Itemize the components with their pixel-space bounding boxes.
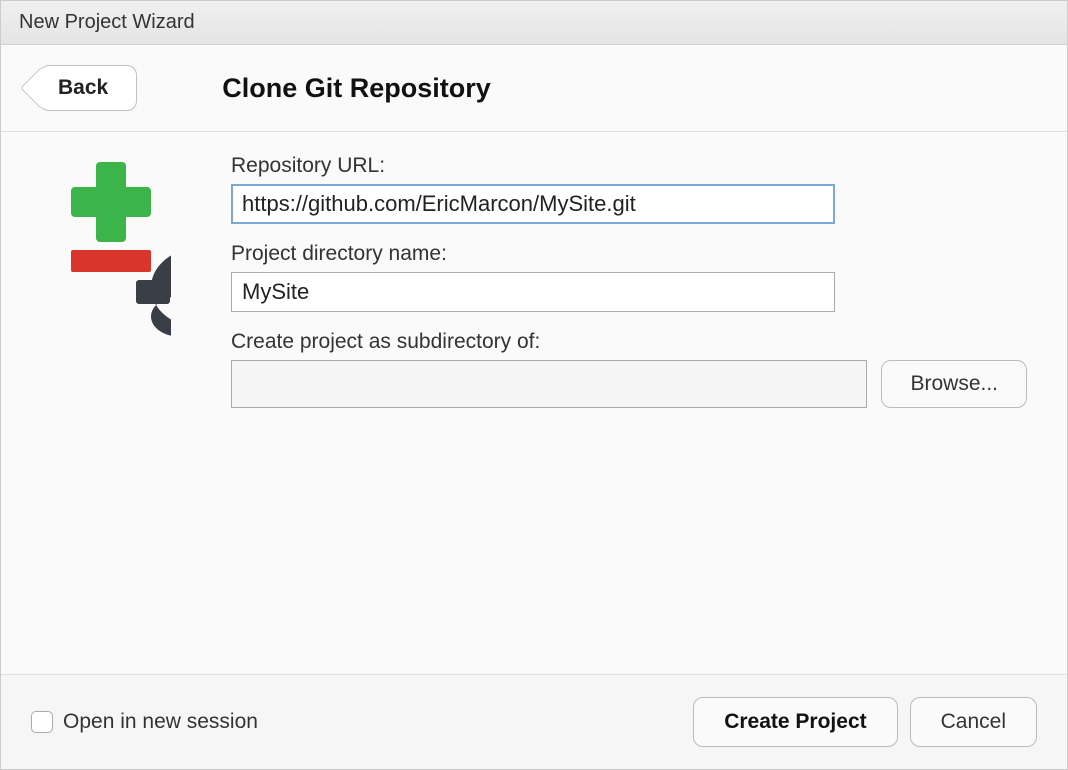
back-button-label: Back bbox=[58, 76, 108, 99]
window-titlebar: New Project Wizard bbox=[1, 1, 1067, 45]
icon-column bbox=[51, 154, 181, 664]
wizard-window: New Project Wizard Back Clone Git Reposi… bbox=[0, 0, 1068, 770]
wizard-header: Back Clone Git Repository bbox=[1, 45, 1067, 132]
create-project-button[interactable]: Create Project bbox=[693, 697, 897, 747]
repo-url-group: Repository URL: bbox=[231, 154, 1027, 224]
subdir-label: Create project as subdirectory of: bbox=[231, 330, 1027, 354]
open-new-session-wrapper[interactable]: Open in new session bbox=[31, 710, 681, 734]
back-button[interactable]: Back bbox=[39, 65, 137, 111]
open-new-session-label: Open in new session bbox=[63, 710, 258, 734]
page-title: Clone Git Repository bbox=[222, 73, 491, 104]
subdir-input[interactable] bbox=[231, 360, 867, 408]
form-column: Repository URL: Project directory name: … bbox=[231, 154, 1037, 664]
subdir-group: Create project as subdirectory of: Brows… bbox=[231, 330, 1027, 408]
project-dir-label: Project directory name: bbox=[231, 242, 1027, 266]
cancel-button[interactable]: Cancel bbox=[910, 697, 1037, 747]
repo-url-label: Repository URL: bbox=[231, 154, 1027, 178]
browse-button[interactable]: Browse... bbox=[881, 360, 1027, 408]
wizard-footer: Open in new session Create Project Cance… bbox=[1, 674, 1067, 769]
project-dir-input[interactable] bbox=[231, 272, 835, 312]
window-title: New Project Wizard bbox=[19, 11, 195, 33]
project-dir-group: Project directory name: bbox=[231, 242, 1027, 312]
wizard-content: Repository URL: Project directory name: … bbox=[1, 132, 1067, 674]
open-new-session-checkbox[interactable] bbox=[31, 711, 53, 733]
repo-url-input[interactable] bbox=[231, 184, 835, 224]
subdir-row: Browse... bbox=[231, 360, 1027, 408]
git-plus-icon bbox=[51, 162, 171, 362]
